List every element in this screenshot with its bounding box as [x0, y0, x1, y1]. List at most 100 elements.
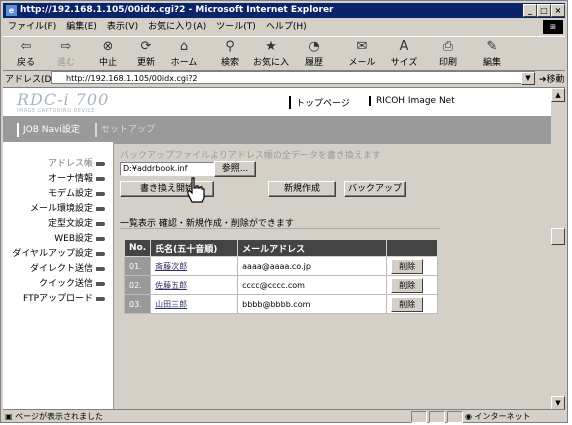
refresh-button[interactable]: ⟳ 更新	[127, 39, 165, 69]
forward-arrow-icon: ⇨	[60, 39, 72, 54]
column-header-email: メールアドレス	[237, 239, 388, 257]
column-header-action	[386, 239, 439, 257]
maximize-button[interactable]: □	[537, 4, 551, 17]
arrow-icon	[96, 176, 105, 181]
print-icon: ⎙	[442, 39, 454, 54]
arrow-icon	[96, 236, 105, 241]
status-segment	[411, 411, 427, 423]
menu-bar: ファイル(F) 編集(E) 表示(V) お気に入り(A) ツール(T) ヘルプ(H)	[3, 19, 565, 35]
contact-email: cccc@cccc.com	[237, 275, 388, 295]
address-dropdown-icon[interactable]: ▼	[521, 72, 535, 85]
top-page-link[interactable]: トップページ	[289, 96, 350, 109]
contact-name-link[interactable]: 佐藤五郎	[150, 275, 239, 295]
menu-edit[interactable]: 編集(E)	[61, 19, 102, 35]
edit-icon: ✎	[486, 39, 498, 54]
home-icon: ⌂	[179, 39, 189, 54]
search-icon: ⚲	[225, 39, 235, 54]
arrow-icon	[96, 191, 105, 196]
minimize-button[interactable]: _	[523, 4, 537, 17]
contact-name-link[interactable]: 山田三郎	[150, 294, 239, 314]
action-cell: 削除	[386, 294, 439, 314]
address-bar: アドレス(D) http://192.168.1.105/00idx.cgi?2…	[3, 70, 565, 86]
font-size-button[interactable]: A サイズ	[385, 39, 423, 69]
sidebar-item-quick-send[interactable]: クイック送信	[39, 276, 105, 289]
delete-button[interactable]: 削除	[391, 258, 424, 274]
window-title: http://192.168.1.105/00idx.cgi?2 - Micro…	[20, 5, 334, 15]
status-bar: ▣ ページが表示されました ◉ インターネット	[3, 409, 565, 423]
backup-file-input[interactable]: D:¥addrbook.inf	[120, 162, 214, 176]
contact-email: aaaa@aaaa.co.jp	[237, 256, 388, 276]
close-button[interactable]: ×	[551, 4, 565, 17]
print-button[interactable]: ⎙ 印刷	[429, 39, 467, 69]
status-text: ▣ ページが表示されました	[5, 412, 103, 421]
column-header-name: 氏名(五十音順)	[150, 239, 239, 257]
scroll-up-icon[interactable]: ▲	[551, 88, 565, 102]
row-number: 01.	[123, 256, 152, 276]
column-header-no: No.	[123, 239, 152, 257]
sidebar-item-direct-send[interactable]: ダイレクト送信	[30, 261, 105, 274]
rdc-logo: RDC-i 700	[17, 90, 110, 109]
sidebar-item-address-book[interactable]: アドレス帳	[48, 156, 105, 169]
ie-logo-icon: e	[6, 5, 17, 16]
back-button[interactable]: ⇦ 戻る	[7, 39, 45, 69]
tab-setup[interactable]: セットアップ	[95, 123, 155, 137]
menu-favorites[interactable]: お気に入り(A)	[143, 19, 211, 35]
delete-button[interactable]: 削除	[391, 296, 424, 312]
new-entry-button[interactable]: 新規作成	[268, 181, 336, 197]
arrow-icon	[96, 161, 105, 166]
table-row: 01. 斎藤次郎 aaaa@aaaa.co.jp 削除	[123, 256, 439, 276]
divider	[120, 228, 440, 229]
tab-bar: JOB Navi設定 セットアップ	[3, 116, 551, 142]
go-arrow-icon: ➜	[539, 75, 547, 85]
contact-name-link[interactable]: 斎藤次郎	[150, 256, 239, 276]
search-button[interactable]: ⚲ 検索	[211, 39, 249, 69]
history-button[interactable]: ◔ 履歴	[295, 39, 333, 69]
rdc-logo-subtitle: IMAGE CAPTURING DEVICE	[17, 108, 96, 114]
table-row: 03. 山田三郎 bbbb@bbbb.com 削除	[123, 294, 439, 314]
home-button[interactable]: ⌂ ホーム	[165, 39, 203, 69]
action-cell: 削除	[386, 256, 439, 276]
status-segment	[429, 411, 445, 423]
menu-tools[interactable]: ツール(T)	[211, 19, 261, 35]
favorites-button[interactable]: ★お気に入り	[249, 39, 293, 81]
scroll-thumb[interactable]	[551, 228, 565, 245]
stop-icon: ⊗	[102, 39, 114, 54]
sidebar-item-modem[interactable]: モデム設定	[48, 186, 105, 199]
globe-icon: ◉	[465, 412, 472, 421]
vertical-scrollbar[interactable]: ▲ ▼	[551, 88, 565, 410]
sidebar-item-web[interactable]: WEB設定	[54, 231, 105, 244]
ricoh-image-net-link[interactable]: RICOH Image Net	[369, 96, 455, 106]
forward-button[interactable]: ⇨ 進む	[47, 39, 85, 69]
action-cell: 削除	[386, 275, 439, 295]
tab-job-navi[interactable]: JOB Navi設定	[17, 123, 80, 137]
sidebar-item-dialup[interactable]: ダイヤルアップ設定	[12, 246, 105, 259]
title-bar: e http://192.168.1.105/00idx.cgi?2 - Mic…	[3, 3, 565, 18]
sidebar: アドレス帳 オーナ情報 モデム設定 メール環境設定 定型文設定 WEB設定 ダイ…	[3, 142, 113, 410]
menu-view[interactable]: 表示(V)	[102, 19, 143, 35]
sidebar-item-owner-info[interactable]: オーナ情報	[48, 171, 105, 184]
browse-button[interactable]: 参照...	[214, 161, 256, 177]
mail-button[interactable]: ✉ メール	[343, 39, 381, 69]
edit-button[interactable]: ✎ 編集	[473, 39, 511, 69]
browser-window: e http://192.168.1.105/00idx.cgi?2 - Mic…	[0, 0, 568, 423]
address-input[interactable]: http://192.168.1.105/00idx.cgi?2	[51, 71, 535, 84]
delete-button[interactable]: 削除	[391, 277, 424, 293]
restore-notice: バックアップファイルよりアドレス帳の全データを書き換えます	[120, 151, 381, 161]
stop-button[interactable]: ⊗ 中止	[89, 39, 127, 69]
page-done-icon: ▣	[5, 412, 13, 421]
backup-button[interactable]: バックアップ	[344, 181, 406, 197]
scroll-down-icon[interactable]: ▼	[551, 396, 565, 410]
row-number: 02.	[123, 275, 152, 295]
sidebar-item-ftp-upload[interactable]: FTPアップロード	[23, 291, 105, 304]
menu-help[interactable]: ヘルプ(H)	[261, 19, 312, 35]
go-button[interactable]: ➜移動	[539, 72, 565, 85]
hand-pointer-cursor-icon	[187, 177, 205, 203]
arrow-icon	[96, 266, 105, 271]
menu-file[interactable]: ファイル(F)	[3, 19, 61, 35]
arrow-icon	[96, 281, 105, 286]
security-zone: ◉ インターネット	[465, 412, 531, 421]
sidebar-item-mail-env[interactable]: メール環境設定	[30, 201, 105, 214]
sidebar-item-template[interactable]: 定型文設定	[48, 216, 105, 229]
arrow-icon	[96, 206, 105, 211]
main-panel: バックアップファイルよりアドレス帳の全データを書き換えます D:¥addrboo…	[113, 142, 551, 410]
